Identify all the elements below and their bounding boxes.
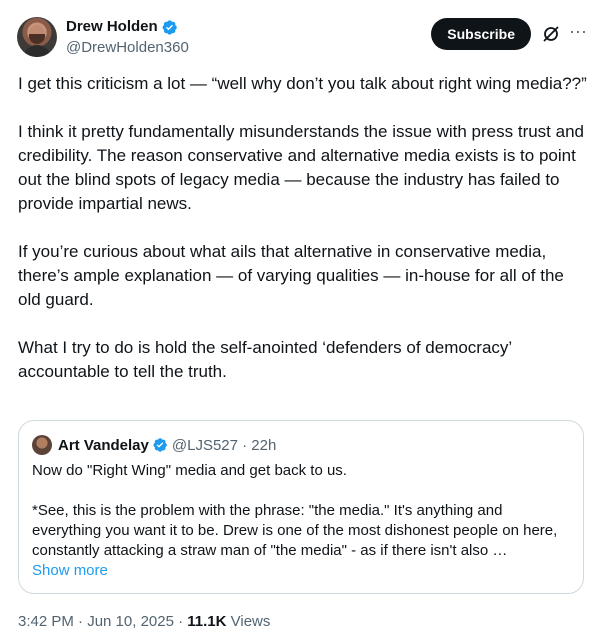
subscribe-button[interactable]: Subscribe — [431, 18, 531, 50]
tweet-meta: 3:42 PM · Jun 10, 2025 · 11.1K Views — [18, 612, 270, 632]
tweet-paragraph: I get this criticism a lot — “well why d… — [18, 74, 587, 93]
tweet-header: Drew Holden @DrewHolden360 Subscribe ··· — [17, 17, 587, 59]
views-label: Views — [226, 613, 271, 630]
show-more-link[interactable]: Show more — [32, 561, 108, 581]
quote-handle-time: @LJS527 · 22h — [171, 436, 277, 454]
avatar-beard — [29, 34, 45, 44]
more-icon[interactable]: ··· — [569, 22, 587, 43]
author-handle[interactable]: @DrewHolden360 — [66, 38, 189, 58]
quote-paragraph: Now do "Right Wing" media and get back t… — [32, 462, 347, 479]
tweet-paragraph: I think it pretty fundamentally misunder… — [18, 122, 584, 213]
quote-verified-badge-icon — [152, 437, 168, 453]
author-name[interactable]: Drew Holden — [66, 17, 158, 37]
quote-author-name: Art Vandelay — [58, 436, 149, 454]
quote-body: Now do "Right Wing" media and get back t… — [32, 461, 572, 561]
tweet-datetime[interactable]: 3:42 PM · Jun 10, 2025 · — [18, 613, 187, 630]
quote-header: Art Vandelay @LJS527 · 22h — [32, 435, 276, 455]
avatar-shirt — [23, 45, 51, 57]
quoted-tweet[interactable]: Art Vandelay @LJS527 · 22h Now do "Right… — [18, 420, 584, 594]
quote-avatar — [32, 435, 52, 455]
author-name-row: Drew Holden — [66, 17, 189, 37]
avatar[interactable] — [17, 17, 57, 57]
views-count: 11.1K — [187, 613, 227, 630]
tweet-paragraph: If you’re curious about what ails that a… — [18, 242, 564, 309]
grok-icon[interactable] — [542, 25, 560, 43]
quote-paragraph: *See, this is the problem with the phras… — [32, 502, 558, 559]
tweet-text: I get this criticism a lot — “well why d… — [18, 72, 588, 384]
verified-badge-icon[interactable] — [161, 19, 178, 36]
tweet-paragraph: What I try to do is hold the self-anoint… — [18, 338, 512, 381]
author-info: Drew Holden @DrewHolden360 — [66, 17, 189, 58]
